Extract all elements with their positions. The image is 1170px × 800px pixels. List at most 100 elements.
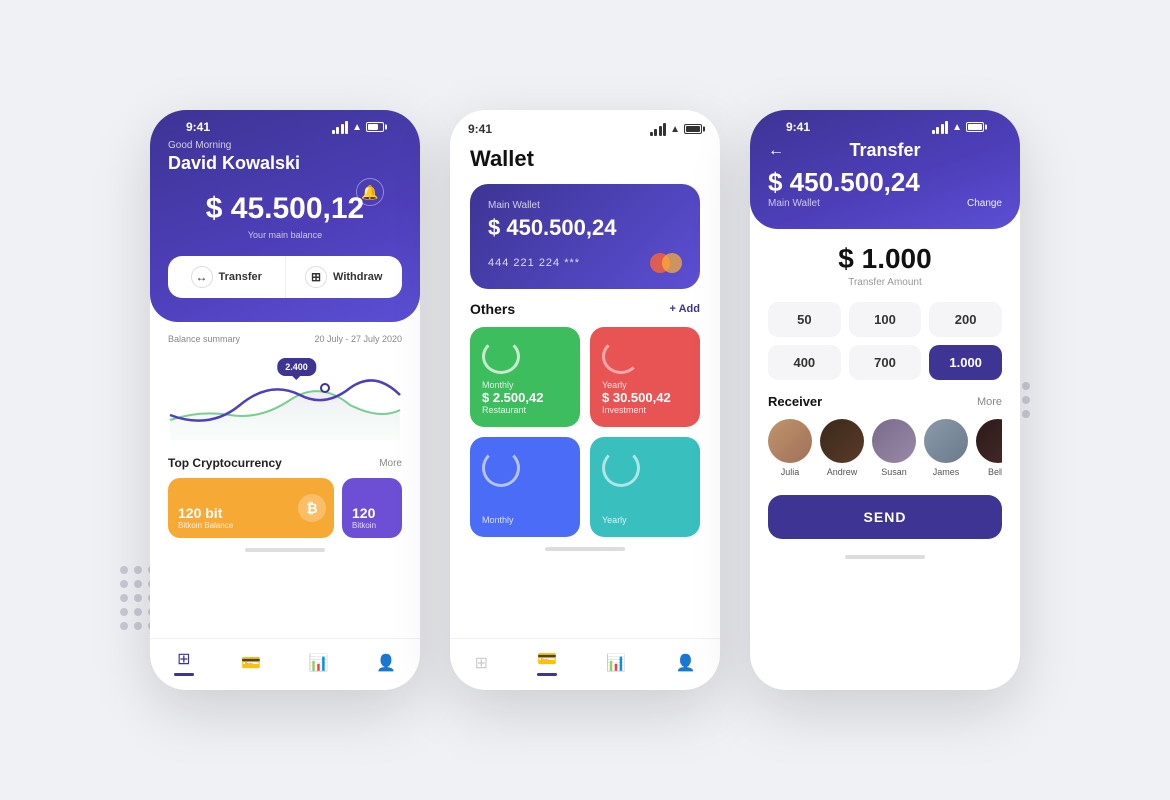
- wallet-amount-2: $ 30.500,42: [602, 390, 688, 405]
- receiver-header: Receiver More: [768, 394, 1002, 409]
- crypto-cards: ₿ 120 bit Bitkoin Balance 120 Bitkoin: [168, 478, 402, 538]
- chart-icon-2: 📊: [606, 653, 626, 673]
- avatar-james: [924, 419, 968, 463]
- transfer-amount-label: Transfer Amount: [768, 277, 1002, 288]
- wallet-card-number: 444 221 224 ***: [488, 257, 580, 269]
- amount-btn-100[interactable]: 100: [849, 302, 922, 337]
- withdraw-icon: ⊞: [305, 266, 327, 288]
- receiver-andrew[interactable]: Andrew: [820, 419, 864, 477]
- amount-btn-200[interactable]: 200: [929, 302, 1002, 337]
- transfer-balance: $ 450.500,24: [768, 167, 1002, 198]
- wallet-period-1: Monthly: [482, 380, 568, 390]
- home-indicator-2: [545, 547, 625, 551]
- wallet-title: Wallet: [450, 142, 720, 184]
- chart-label: Balance summary: [168, 334, 240, 344]
- progress-circle-3: [482, 449, 520, 487]
- progress-circle-1: [482, 339, 520, 374]
- receiver-section: Receiver More Julia Andrew Susan: [768, 394, 1002, 481]
- nav-card-2[interactable]: 💳: [527, 649, 567, 676]
- amount-btn-1000[interactable]: 1.000: [929, 345, 1002, 380]
- wallet-period-2: Yearly: [602, 380, 688, 390]
- amount-btn-700[interactable]: 700: [849, 345, 922, 380]
- crypto-title: Top Cryptocurrency: [168, 456, 282, 470]
- status-bar-1: 9:41 ▲: [168, 110, 402, 140]
- transfer-button[interactable]: ↔ Transfer: [168, 256, 286, 298]
- wallet-item-4[interactable]: Yearly: [590, 437, 700, 537]
- wallet-period-3: Monthly: [482, 515, 568, 525]
- add-button[interactable]: + Add: [670, 303, 700, 315]
- phones-container: 9:41 ▲ Good Morning David Kowalski 🔔: [150, 110, 1020, 690]
- crypto-card-bitcoin[interactable]: ₿ 120 bit Bitkoin Balance: [168, 478, 334, 538]
- amount-btn-400[interactable]: 400: [768, 345, 841, 380]
- progress-circle-2: [602, 339, 640, 374]
- username-label: David Kowalski: [168, 153, 402, 174]
- nav-dashboard-2[interactable]: ⊞: [465, 653, 498, 673]
- mastercard-icon: [650, 253, 682, 273]
- others-section: Others + Add Monthly $ 2.500,42 Restaura…: [450, 289, 720, 545]
- nav-dashboard[interactable]: ⊞: [164, 649, 204, 676]
- back-button[interactable]: ←: [768, 142, 784, 160]
- card-icon: 💳: [241, 653, 261, 673]
- receiver-susan[interactable]: Susan: [872, 419, 916, 477]
- phone-dashboard: 9:41 ▲ Good Morning David Kowalski 🔔: [150, 110, 420, 690]
- crypto-card-2[interactable]: 120 Bitkoin: [342, 478, 402, 538]
- transfer-body: $ 1.000 Transfer Amount 50 100 200 400 7…: [750, 229, 1020, 553]
- battery-icon-2: [684, 124, 702, 134]
- amount-grid: 50 100 200 400 700 1.000: [768, 302, 1002, 380]
- status-time-3: 9:41: [786, 120, 810, 134]
- wallet-item-investment[interactable]: Yearly $ 30.500,42 Investment: [590, 327, 700, 427]
- nav-card[interactable]: 💳: [231, 653, 271, 673]
- change-button[interactable]: Change: [967, 198, 1002, 209]
- wallet-card-amount: $ 450.500,24: [488, 215, 682, 241]
- chart-header: Balance summary 20 July - 27 July 2020: [168, 334, 402, 344]
- transfer-wallet-label: Main Wallet: [768, 198, 820, 209]
- withdraw-button[interactable]: ⊞ Withdraw: [286, 256, 403, 298]
- wallet-period-4: Yearly: [602, 515, 688, 525]
- transfer-amount-display: $ 1.000: [768, 243, 1002, 275]
- nav-chart[interactable]: 📊: [299, 653, 339, 673]
- crypto-name-1: Bitkoin Balance: [178, 521, 324, 530]
- nav-chart-2[interactable]: 📊: [596, 653, 636, 673]
- dashboard-icon-2: ⊞: [475, 653, 488, 673]
- status-icons-3: ▲: [932, 121, 984, 134]
- nav-profile-2[interactable]: 👤: [665, 653, 705, 673]
- transfer-page-title: Transfer: [849, 140, 920, 161]
- wallet-name-1: Restaurant: [482, 405, 568, 415]
- status-bar-3: 9:41 ▲: [768, 110, 1002, 140]
- status-icons-2: ▲: [650, 123, 702, 136]
- profile-icon-2: 👤: [675, 653, 695, 673]
- receiver-name-susan: Susan: [881, 467, 907, 477]
- receiver-more[interactable]: More: [977, 396, 1002, 408]
- card-icon-2: 💳: [537, 649, 557, 669]
- home-indicator-3: [845, 555, 925, 559]
- transfer-nav: ← Transfer: [768, 140, 1002, 161]
- receiver-list: Julia Andrew Susan James: [768, 419, 1002, 481]
- home-indicator-1: [245, 548, 325, 552]
- mc-circle-right: [662, 253, 682, 273]
- signal-icon-1: [332, 121, 349, 134]
- avatar-susan: [872, 419, 916, 463]
- bitcoin-icon: ₿: [298, 494, 326, 522]
- bell-icon[interactable]: 🔔: [356, 178, 384, 206]
- receiver-james[interactable]: James: [924, 419, 968, 477]
- transfer-top: 9:41 ▲ ← Transfer $ 450.500,24 Main Wall…: [750, 110, 1020, 229]
- bottom-nav-1: ⊞ 💳 📊 👤: [150, 638, 420, 680]
- wallet-item-3[interactable]: Monthly: [470, 437, 580, 537]
- receiver-name-james: James: [933, 467, 960, 477]
- receiver-julia[interactable]: Julia: [768, 419, 812, 477]
- crypto-more[interactable]: More: [379, 458, 402, 469]
- amount-btn-50[interactable]: 50: [768, 302, 841, 337]
- transfer-icon: ↔: [191, 266, 213, 288]
- dashboard-icon: ⊞: [177, 649, 190, 669]
- status-bar-2: 9:41 ▲: [450, 110, 720, 142]
- send-button[interactable]: SEND: [768, 495, 1002, 539]
- receiver-name-andrew: Andrew: [827, 467, 858, 477]
- nav-profile[interactable]: 👤: [366, 653, 406, 673]
- receiver-bella[interactable]: Bella: [976, 419, 1002, 477]
- wallet-item-restaurant[interactable]: Monthly $ 2.500,42 Restaurant: [470, 327, 580, 427]
- others-header: Others + Add: [470, 301, 700, 317]
- battery-icon-1: [366, 122, 384, 132]
- crypto-amount-2: 120: [352, 505, 392, 521]
- receiver-name-bella: Bella: [988, 467, 1002, 477]
- transfer-wallet-row: Main Wallet Change: [768, 198, 1002, 209]
